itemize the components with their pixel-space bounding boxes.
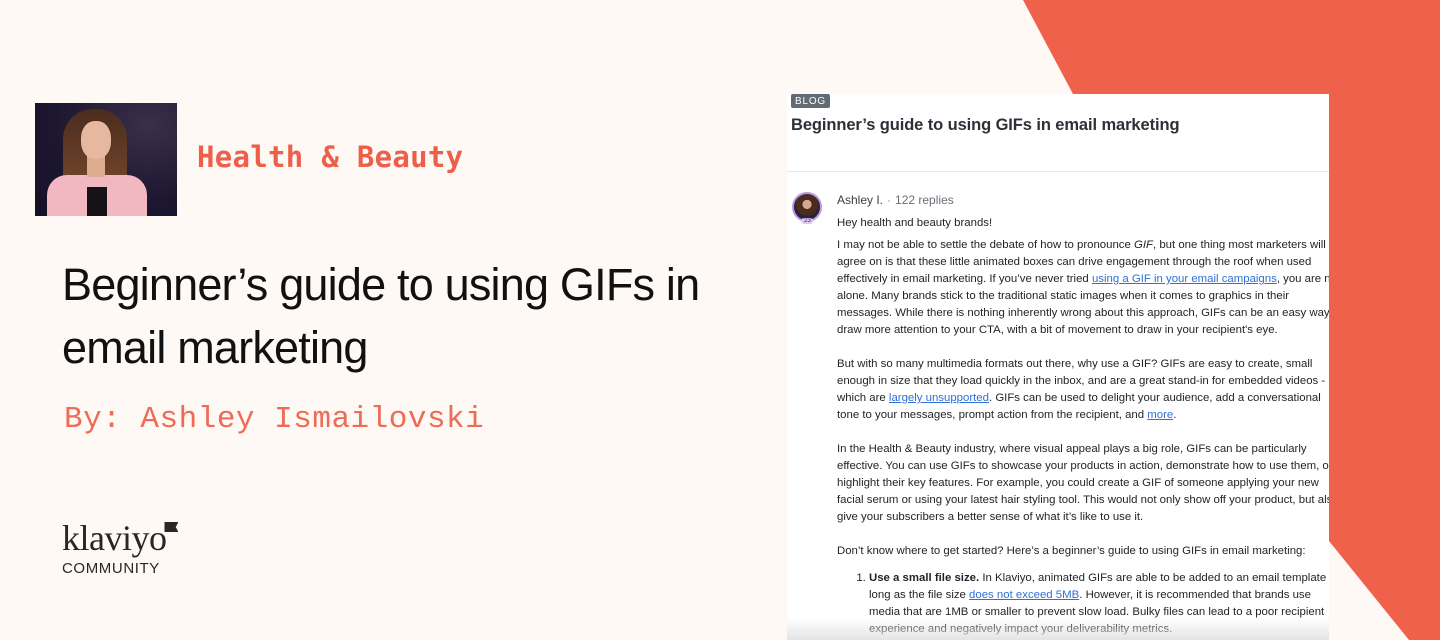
paragraph-4: Don’t know where to get started? Here’s … [837, 545, 1306, 557]
coral-top-band [1023, 0, 1440, 94]
paragraph-2: But with so many multimedia formats out … [837, 358, 1326, 421]
logo-wordmark: klaviyo [62, 518, 179, 558]
bottom-fade [787, 618, 1329, 640]
avatar-badge: '23 [801, 218, 813, 224]
meta-separator: · [887, 193, 892, 207]
paragraph-1: I may not be able to settle the debate o… [837, 239, 1329, 336]
reply-count: 122 replies [895, 193, 954, 207]
greeting: Hey health and beauty brands! [837, 217, 993, 229]
author-photo [35, 103, 177, 216]
post-title: Beginner’s guide to using GIFs in email … [791, 116, 1180, 134]
category-label: Health & Beauty [197, 140, 464, 174]
author-byline: By: Ashley Ismailovski [64, 402, 485, 437]
link-more[interactable]: more [1147, 409, 1173, 421]
divider [787, 171, 1329, 172]
link-does-not-exceed-5mb[interactable]: does not exceed 5MB [969, 589, 1079, 601]
link-largely-unsupported[interactable]: largely unsupported [889, 392, 989, 404]
post-body: Hey health and beauty brands! I may not … [837, 215, 1329, 638]
link-gif-campaigns[interactable]: using a GIF in your email campaigns [1092, 273, 1277, 285]
post-meta: Ashley I. · 122 replies [837, 193, 954, 207]
logo-subtitle: COMMUNITY [62, 560, 160, 577]
paragraph-3: In the Health & Beauty industry, where v… [837, 443, 1329, 523]
hero-title: Beginner’s guide to using GIFs in email … [62, 259, 700, 373]
klaviyo-community-logo: klaviyo COMMUNITY [62, 518, 179, 577]
post-author[interactable]: Ashley I. [837, 193, 883, 207]
coral-right-band [1329, 94, 1440, 640]
author-avatar[interactable]: '23 [792, 192, 822, 224]
flag-icon [164, 522, 179, 532]
blog-post-screenshot: BLOG Beginner’s guide to using GIFs in e… [787, 94, 1329, 640]
blog-tag[interactable]: BLOG [791, 94, 830, 108]
